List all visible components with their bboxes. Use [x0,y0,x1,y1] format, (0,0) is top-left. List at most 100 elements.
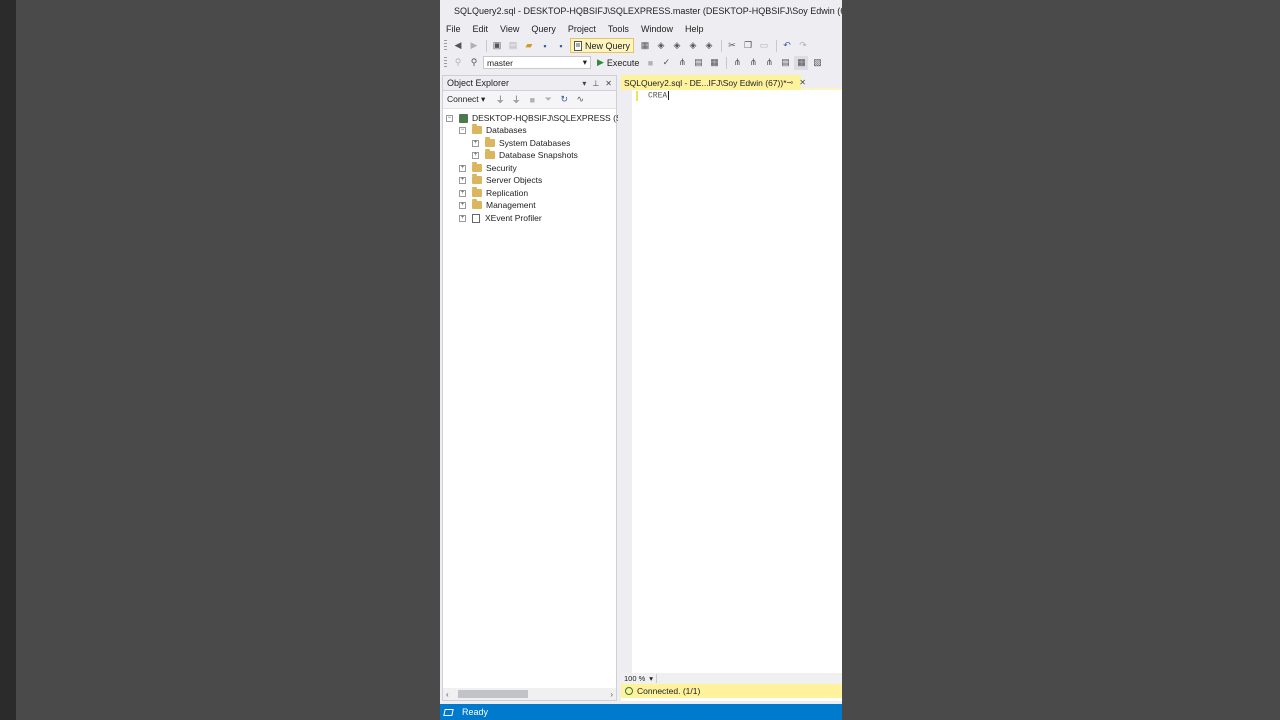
menu-edit[interactable]: Edit [467,24,495,34]
horizontal-scrollbar[interactable]: ‹ › [443,688,616,700]
expand-icon[interactable]: + [459,189,466,197]
tree-node-databases[interactable]: − Databases [459,124,527,136]
scroll-left-icon[interactable]: ‹ [446,690,449,699]
tree-node-xevent-profiler[interactable]: + XEvent Profiler [459,212,542,224]
disconnect-icon[interactable]: ⏚ [509,93,523,107]
connect-plug-icon[interactable]: ⏚ [493,93,507,107]
menu-project[interactable]: Project [562,24,602,34]
tree-node-replication[interactable]: + Replication [459,187,528,199]
tree-node-label: DESKTOP-HQBSIFJ\SQLEXPRESS (SQL S [472,113,641,123]
scrollbar-thumb[interactable] [458,690,528,698]
results-file-icon[interactable]: ▧ [810,56,824,70]
new-project-icon[interactable]: ▣ [490,39,504,53]
query-icon-3[interactable]: ◈ [670,39,684,53]
parse-icon[interactable]: ✓ [659,56,673,70]
expand-icon[interactable]: + [459,214,466,222]
live-stats-icon[interactable]: ⋔ [746,56,760,70]
menu-tools[interactable]: Tools [602,24,635,34]
change-indicator [636,91,638,101]
expand-icon[interactable]: + [459,164,466,172]
tab-sqlquery2[interactable]: SQLQuery2.sql - DE...IFJ\Soy Edwin (67))… [621,75,806,90]
query-icon-5[interactable]: ◈ [702,39,716,53]
results-grid-icon[interactable]: ▦ [707,56,721,70]
close-tab-icon[interactable]: ✕ [799,78,806,87]
connect-label: Connect [447,94,479,104]
paste-icon[interactable]: ▭ [757,39,771,53]
toolbar-grip[interactable] [444,39,447,52]
expand-icon[interactable]: + [459,201,466,209]
save-all-icon[interactable]: ▪ [554,39,568,53]
menu-window[interactable]: Window [635,24,679,34]
object-explorer-panel: Object Explorer ▾ ⊥ ✕ Connect ▾ ⏚ ⏚ ■ ⏷ … [442,75,641,701]
menu-help[interactable]: Help [679,24,710,34]
tree-node-label: Database Snapshots [499,150,578,160]
connect-icon[interactable]: ⚲ [451,56,465,70]
standard-toolbar: ◀ ▶ ▣ ▤ ▰ ▪ ▪ New Query ▦ ◈ ◈ ◈ ◈ ✂ ❐ ▭ … [440,37,842,54]
include-plan-icon[interactable]: ⋔ [730,56,744,70]
stop-icon[interactable]: ■ [643,56,657,70]
ssms-window: SQLQuery2.sql - DESKTOP-HQBSIFJ\SQLEXPRE… [440,0,842,720]
refresh-icon[interactable]: ↻ [557,93,571,107]
window-title: SQLQuery2.sql - DESKTOP-HQBSIFJ\SQLEXPRE… [454,6,842,16]
tree-node-label: System Databases [499,138,571,148]
new-query-label: New Query [585,40,631,51]
tree-node-management[interactable]: + Management [459,199,536,211]
activity-monitor-icon[interactable]: ∿ [573,93,587,107]
tree-node-server-objects[interactable]: + Server Objects [459,174,542,186]
filter-icon[interactable]: ⏷ [541,93,555,107]
open-file-icon[interactable]: ▰ [522,39,536,53]
undo-icon[interactable]: ↶ [780,39,794,53]
database-select[interactable]: master ▾ [483,56,591,69]
code-text-area[interactable]: CREA [648,91,670,101]
tree-node-database-snapshots[interactable]: + Database Snapshots [472,149,578,161]
window-position-icon[interactable]: ▾ [582,79,586,88]
pin-icon[interactable]: ⊥ [592,79,599,88]
query-icon-2[interactable]: ◈ [654,39,668,53]
client-stats-icon[interactable]: ⋔ [762,56,776,70]
plan-icon[interactable]: ⋔ [675,56,689,70]
stop-icon[interactable]: ■ [525,93,539,107]
expand-icon[interactable]: + [472,139,479,147]
tab-label: SQLQuery2.sql - DE...IFJ\Soy Edwin (67))… [624,77,787,88]
tree-node-system-databases[interactable]: + System Databases [472,137,570,149]
tree-node-label: XEvent Profiler [485,213,542,223]
database-select-value: master [487,57,513,68]
new-query-button[interactable]: New Query [570,38,635,53]
folder-icon [472,174,482,184]
folder-icon [472,162,482,172]
execute-label: Execute [606,57,640,68]
menu-file[interactable]: File [440,24,467,34]
menu-view[interactable]: View [494,24,525,34]
results-text-icon[interactable]: ▤ [778,56,792,70]
forward-icon[interactable]: ▶ [467,39,481,53]
copy-icon[interactable]: ❐ [741,39,755,53]
redo-icon[interactable]: ↷ [796,39,810,53]
query-options-icon[interactable]: ▤ [691,56,705,70]
add-item-icon[interactable]: ▤ [506,39,520,53]
zoom-select[interactable]: 100 % ▾ [624,674,658,683]
tree-node-security[interactable]: + Security [459,162,517,174]
back-icon[interactable]: ◀ [451,39,465,53]
collapse-icon[interactable]: − [446,114,453,122]
menu-query[interactable]: Query [525,24,562,34]
toolbar-grip[interactable] [444,56,447,69]
expand-icon[interactable]: + [459,176,466,184]
text-caret [668,91,670,100]
pin-tab-icon[interactable]: ⊸ [787,78,794,87]
cut-icon[interactable]: ✂ [725,39,739,53]
execute-button[interactable]: ▶ Execute [597,57,639,68]
query-editor: SQLQuery2.sql - DE...IFJ\Soy Edwin (67))… [621,75,842,701]
collapse-icon[interactable]: − [459,126,466,134]
expand-icon[interactable]: + [472,151,479,159]
code-line-1: CREA [648,91,668,101]
save-icon[interactable]: ▪ [538,39,552,53]
results-grid2-icon[interactable]: ▦ [794,55,809,70]
folder-icon [472,124,482,134]
query-icon-4[interactable]: ◈ [686,39,700,53]
connect-dropdown[interactable]: Connect ▾ [447,94,485,105]
close-icon[interactable]: ✕ [605,79,612,88]
tree-node-server[interactable]: − DESKTOP-HQBSIFJ\SQLEXPRESS (SQL S [446,112,641,124]
query-icon-1[interactable]: ▦ [638,39,652,53]
scroll-right-icon[interactable]: › [610,690,613,699]
change-connection-icon[interactable]: ⚲ [467,56,481,70]
